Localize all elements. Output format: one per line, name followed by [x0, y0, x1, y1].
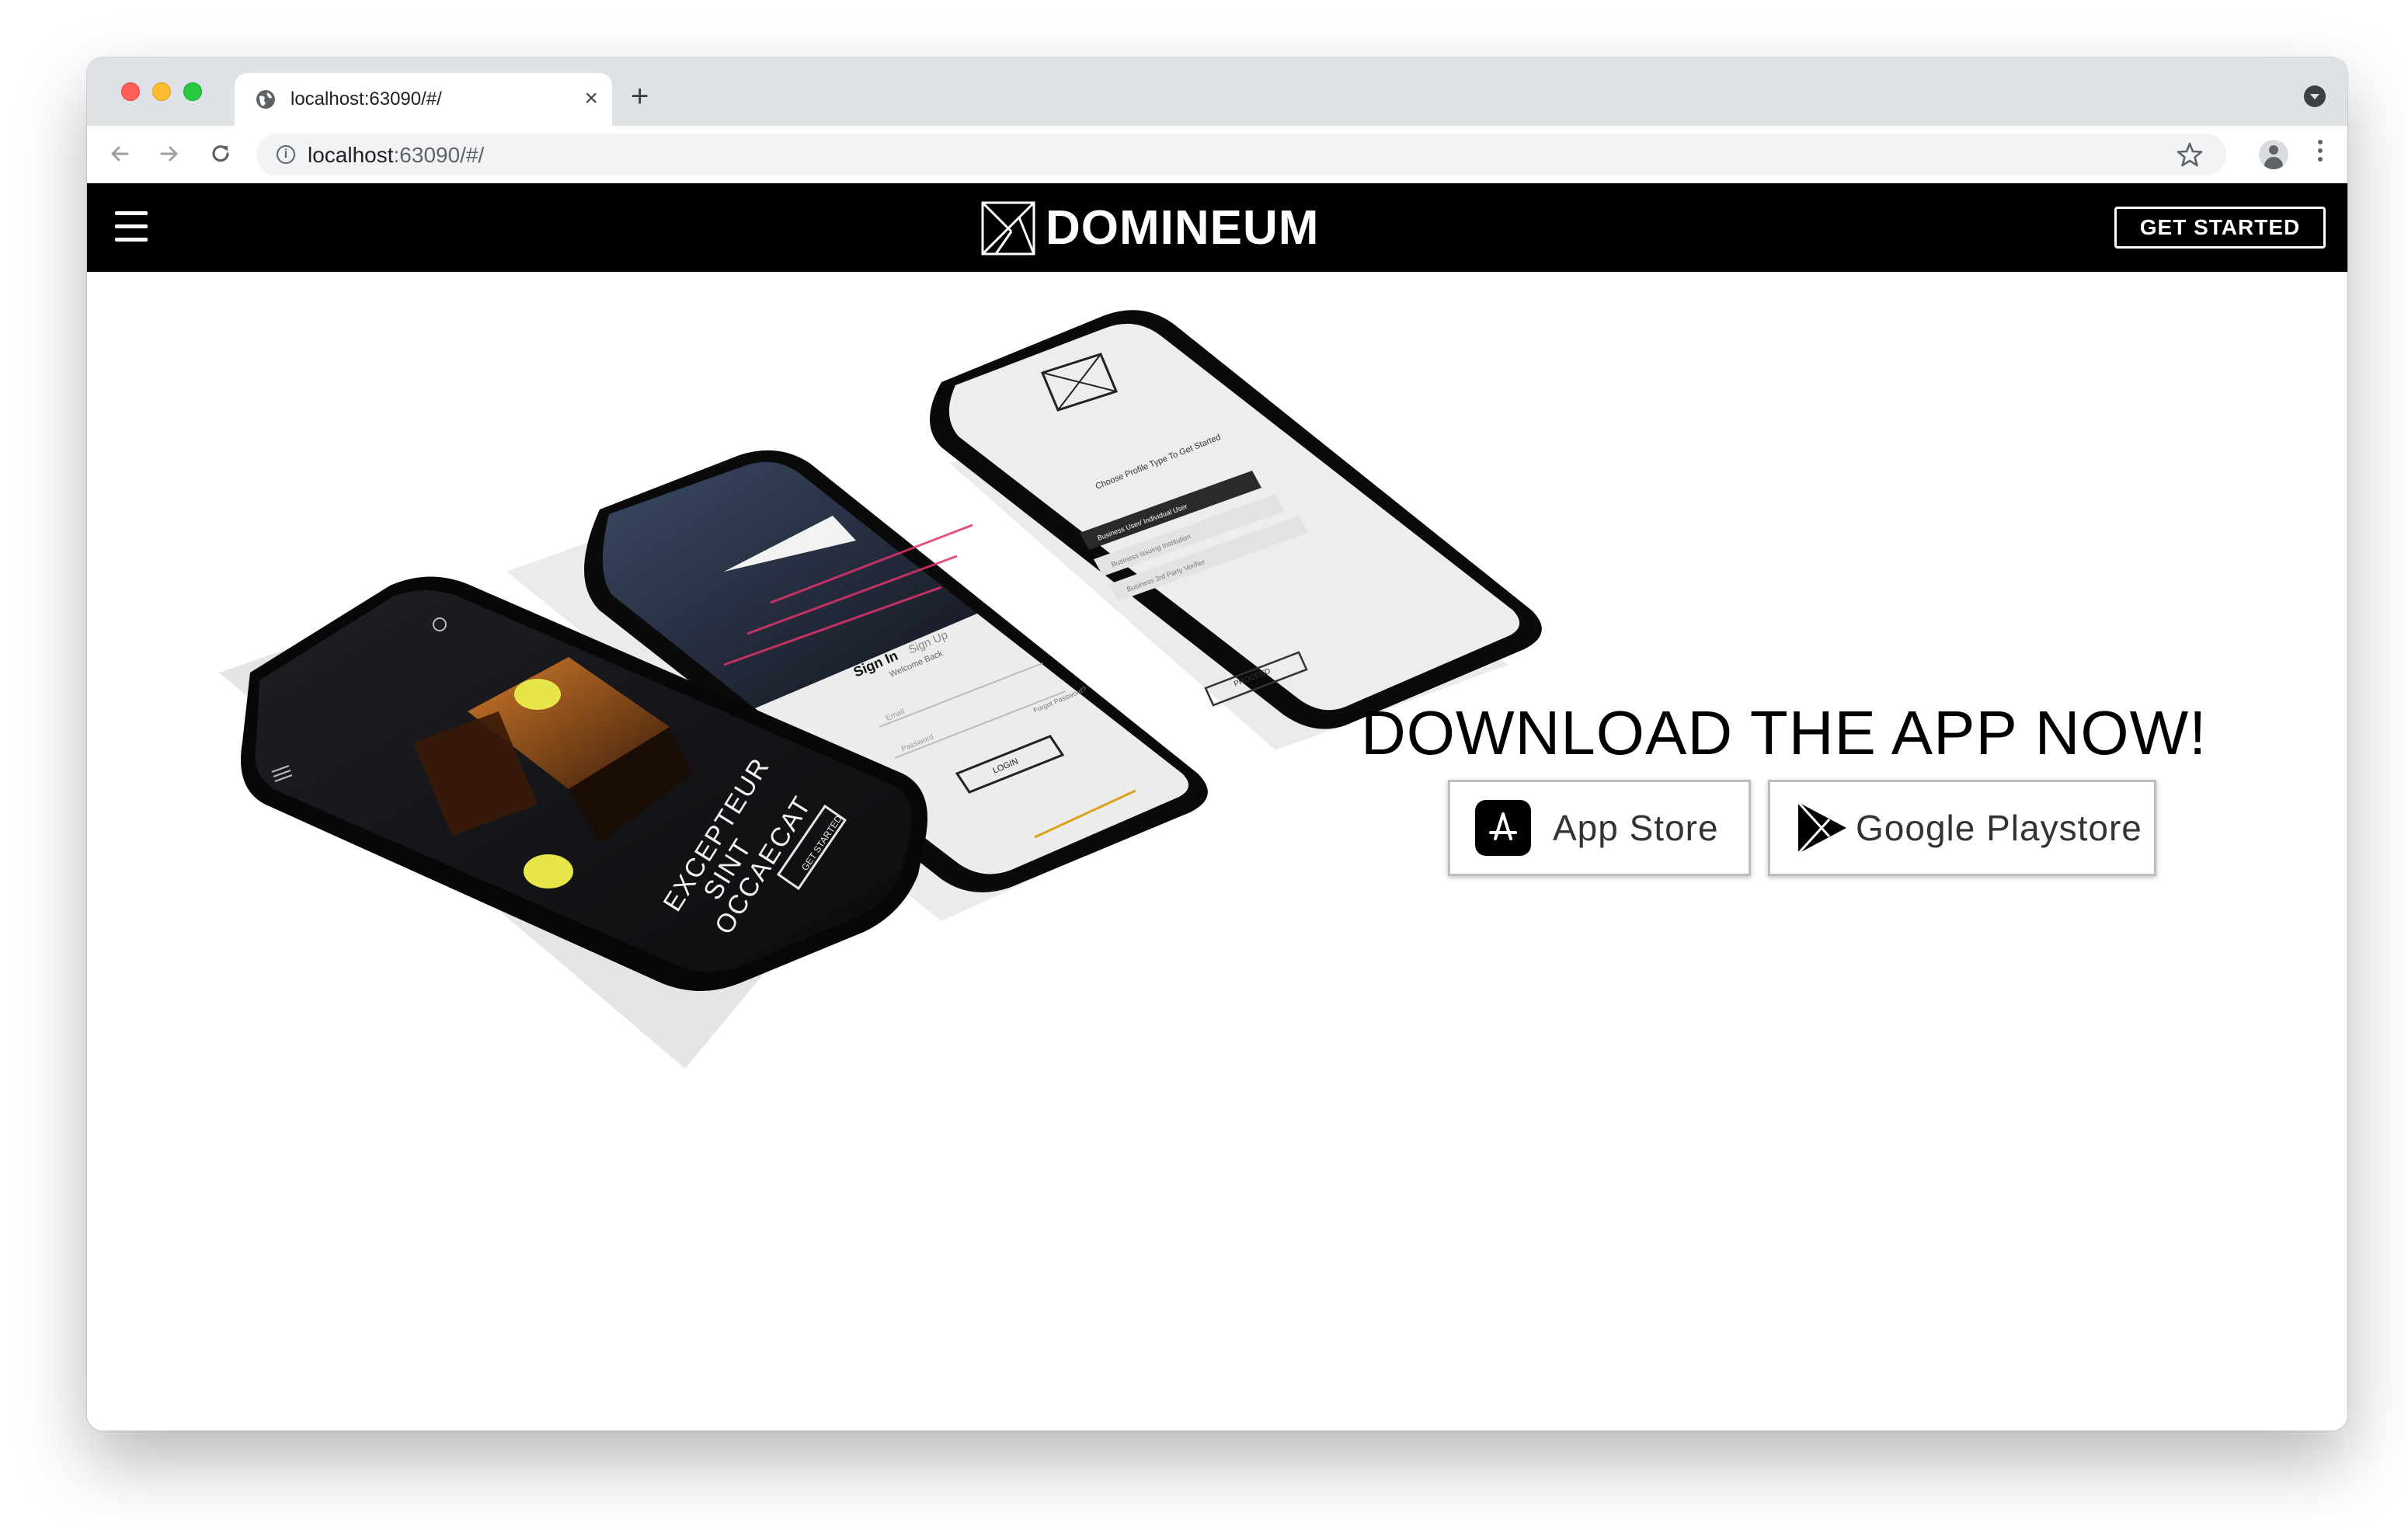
yellow-dot-top — [514, 679, 561, 710]
zoom-window-button[interactable] — [183, 82, 202, 101]
google-play-button[interactable]: Google Playstore — [1768, 780, 2156, 876]
profile-icon[interactable] — [2259, 140, 2288, 169]
forward-arrow-icon[interactable] — [154, 138, 185, 169]
info-icon[interactable]: i — [277, 145, 295, 164]
page-content: DOMINEUM GET STARTED Choose Profile Type… — [87, 183, 2347, 1431]
app-store-icon — [1475, 800, 1531, 856]
star-icon[interactable] — [2175, 140, 2204, 169]
close-window-button[interactable] — [121, 82, 140, 101]
new-tab-icon[interactable]: + — [631, 81, 649, 112]
url-path: :63090/#/ — [393, 143, 485, 167]
get-started-button[interactable]: GET STARTED — [2114, 207, 2326, 249]
brand-name: DOMINEUM — [1046, 201, 1320, 255]
minimize-window-button[interactable] — [152, 82, 171, 101]
tab-strip: localhost:63090/#/ × + — [87, 57, 2347, 126]
browser-toolbar: i localhost:63090/#/ — [87, 126, 2347, 183]
close-tab-icon[interactable]: × — [584, 87, 598, 110]
reload-icon[interactable] — [205, 138, 236, 169]
yellow-dot-bottom — [524, 854, 573, 888]
tab-search-icon[interactable] — [2304, 85, 2326, 107]
app-store-button[interactable]: App Store — [1448, 780, 1751, 876]
address-bar[interactable]: i localhost:63090/#/ — [256, 134, 2226, 176]
google-play-icon — [1797, 801, 1846, 855]
url-host: localhost — [308, 143, 394, 167]
google-play-label: Google Playstore — [1856, 808, 2142, 848]
domineum-logo-icon — [981, 201, 1035, 256]
site-header: DOMINEUM GET STARTED — [87, 183, 2347, 272]
brand[interactable]: DOMINEUM — [980, 199, 1319, 258]
hamburger-icon[interactable] — [115, 211, 148, 242]
kebab-menu-icon[interactable] — [2318, 140, 2323, 166]
url-text[interactable]: localhost:63090/#/ — [308, 144, 484, 167]
browser-window: localhost:63090/#/ × + i localhost:63090… — [87, 57, 2347, 1431]
app-store-label: App Store — [1553, 808, 1719, 848]
download-headline: DOWNLOAD THE APP NOW! — [1361, 698, 2208, 767]
back-arrow-icon[interactable] — [104, 138, 135, 169]
tab-title: localhost:63090/#/ — [291, 89, 442, 110]
browser-tab[interactable]: localhost:63090/#/ × — [235, 73, 612, 126]
globe-icon — [256, 90, 275, 109]
